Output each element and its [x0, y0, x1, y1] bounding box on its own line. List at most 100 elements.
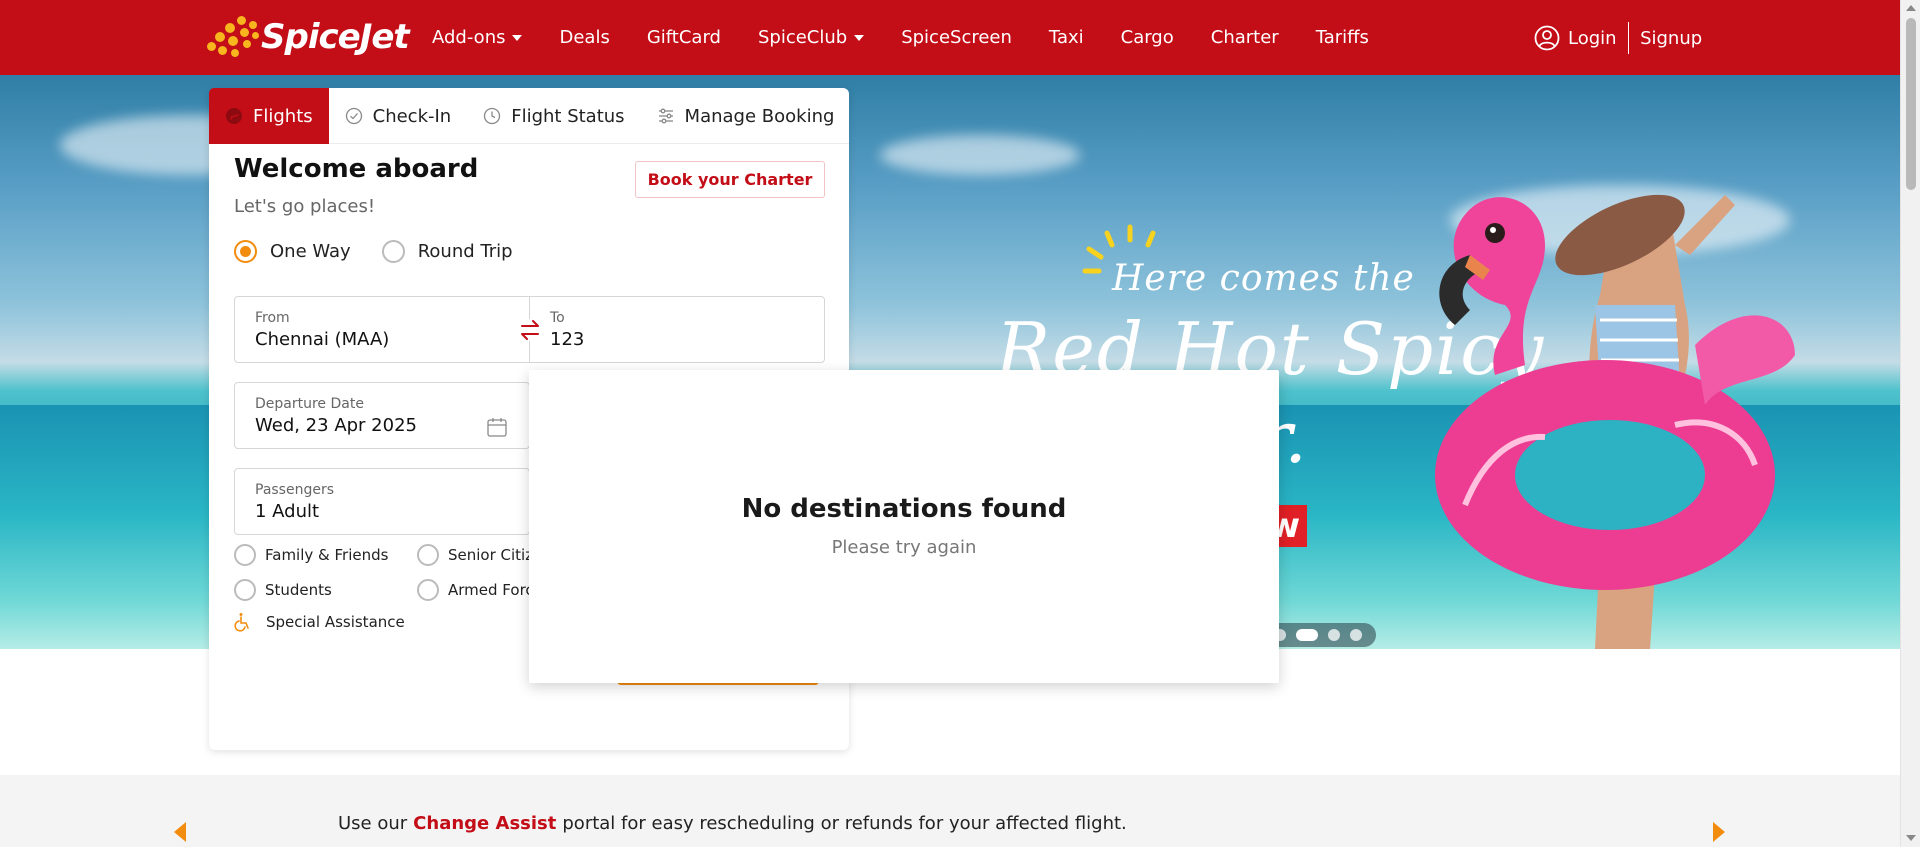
nav-label: Cargo [1120, 27, 1174, 48]
clock-icon [484, 107, 501, 125]
assist-label: Special Assistance [266, 613, 405, 631]
auth-links: Login Signup [1534, 22, 1702, 54]
radio-unchecked[interactable] [417, 544, 439, 566]
departure-value[interactable]: Wed, 23 Apr 2025 [255, 415, 417, 436]
scroll-up-icon[interactable] [1906, 5, 1916, 11]
special-assistance-link[interactable]: Special Assistance [234, 612, 405, 632]
destination-dropdown: No destinations found Please try again [529, 370, 1279, 683]
welcome-heading: Welcome aboard [234, 154, 479, 184]
nav-item-cargo[interactable]: Cargo [1121, 27, 1174, 48]
scroll-down-icon[interactable] [1906, 835, 1916, 841]
nav-label: SpiceClub [757, 27, 848, 48]
login-link[interactable]: Login [1568, 28, 1617, 49]
user-icon[interactable] [1534, 25, 1560, 51]
tab-flights[interactable]: Flights [209, 88, 329, 144]
caret-down-icon [854, 34, 865, 41]
welcome-subtitle: Let's go places! [234, 196, 376, 217]
round-trip-option[interactable]: Round Trip [381, 240, 513, 263]
nav-label: Add-ons [432, 27, 506, 48]
nav-item-spiceclub[interactable]: SpiceClub [757, 27, 865, 48]
fare-option-family-friends[interactable]: Family & Friends [234, 544, 388, 566]
hero-tagline: Here comes the [1112, 258, 1415, 299]
nav-label: Taxi [1048, 27, 1084, 48]
departure-label: Departure Date [255, 396, 364, 412]
to-label: To [550, 310, 565, 326]
radio-checked[interactable] [234, 240, 257, 263]
nav-item-tariffs[interactable]: Tariffs [1316, 27, 1369, 48]
sliders-icon [658, 108, 673, 124]
tab-flight-status[interactable]: Flight Status [467, 88, 640, 144]
radio-unchecked[interactable] [417, 579, 439, 601]
calendar-icon[interactable] [486, 416, 508, 438]
notice-message: Use our Change Assist portal for easy resc… [338, 813, 1127, 834]
from-value[interactable]: Chennai (MAA) [255, 329, 389, 350]
tab-label: Flight Status [511, 105, 625, 127]
departure-date-field[interactable]: Departure Date Wed, 23 Apr 2025 [234, 382, 530, 449]
fare-label: Students [265, 581, 332, 599]
signup-link[interactable]: Signup [1640, 28, 1702, 49]
to-field[interactable]: To 123 [529, 296, 825, 363]
logo-dots-icon [205, 12, 263, 62]
nav-item-deals[interactable]: Deals [559, 27, 609, 48]
cloud-shape [880, 135, 1080, 175]
passengers-label: Passengers [255, 482, 335, 498]
flamingo-float-image [1435, 194, 1795, 649]
passengers-field[interactable]: Passengers 1 Adult [234, 468, 530, 535]
trip-label: One Way [270, 241, 351, 262]
notice-banner: Use our Change Assist portal for easy resc… [0, 775, 1900, 847]
fare-label: Armed Forc [448, 581, 534, 599]
carousel-dot[interactable] [1350, 629, 1362, 641]
booking-tabs: Flights Check-In Flight Status Manage Bo… [209, 88, 849, 144]
tab-label: Manage Booking [684, 105, 835, 127]
arrow-right-icon[interactable] [1713, 822, 1725, 842]
carousel-dot-active[interactable] [1296, 629, 1318, 641]
plane-icon [226, 108, 242, 124]
passengers-value[interactable]: 1 Adult [255, 501, 319, 522]
auth-divider [1627, 22, 1630, 54]
one-way-option[interactable]: One Way [234, 240, 351, 263]
notice-prefix: Use our [338, 813, 408, 834]
fare-label: Senior Citiz [448, 546, 534, 564]
site-header: SpiceJet Add-ons Deals GiftCard SpiceClu… [0, 0, 1900, 75]
nav-label: Charter [1210, 27, 1279, 48]
check-circle-icon [345, 107, 362, 125]
tab-label: Check-In [372, 105, 452, 127]
spicejet-logo[interactable]: SpiceJet [205, 12, 410, 62]
radio-unchecked[interactable] [381, 240, 405, 263]
tab-label: Flights [253, 105, 313, 127]
to-input[interactable]: 123 [550, 329, 584, 350]
main-nav: Add-ons Deals GiftCard SpiceClub SpiceSc… [432, 0, 1406, 75]
nav-label: SpiceScreen [901, 27, 1012, 48]
no-results-subtitle: Please try again [831, 537, 977, 558]
nav-item-charter[interactable]: Charter [1211, 27, 1279, 48]
from-label: From [255, 310, 290, 326]
wheelchair-icon [234, 613, 249, 632]
book-charter-button[interactable]: Book your Charter [635, 161, 825, 198]
radio-unchecked[interactable] [234, 544, 256, 566]
nav-item-giftcard[interactable]: GiftCard [647, 27, 721, 48]
fare-option-students[interactable]: Students [234, 579, 332, 601]
nav-item-taxi[interactable]: Taxi [1049, 27, 1084, 48]
caret-down-icon [512, 34, 523, 41]
nav-item-spicescreen[interactable]: SpiceScreen [901, 27, 1012, 48]
carousel-dot[interactable] [1328, 629, 1340, 641]
change-assist-link[interactable]: Change Assist [413, 813, 556, 834]
scrollbar-thumb[interactable] [1906, 18, 1916, 190]
brand-name: SpiceJet [261, 17, 410, 57]
fare-label: Family & Friends [265, 546, 389, 564]
tab-check-in[interactable]: Check-In [329, 88, 468, 144]
nav-label: GiftCard [646, 27, 721, 48]
carousel-indicator [1268, 623, 1376, 647]
notice-suffix: portal for easy rescheduling or refunds … [562, 813, 1127, 834]
from-field[interactable]: From Chennai (MAA) [234, 296, 530, 363]
page-scrollbar[interactable] [1900, 0, 1920, 847]
trip-type-selector: One Way Round Trip [234, 240, 544, 263]
fare-option-senior-citizen[interactable]: Senior Citiz [417, 544, 533, 566]
nav-item-add-ons[interactable]: Add-ons [432, 27, 523, 48]
radio-unchecked[interactable] [234, 579, 256, 601]
tab-manage-booking[interactable]: Manage Booking [641, 88, 851, 144]
arrow-left-icon[interactable] [174, 822, 186, 842]
swap-arrows-icon[interactable] [517, 319, 543, 341]
nav-label: Deals [559, 27, 610, 48]
fare-option-armed-forces[interactable]: Armed Forc [417, 579, 534, 601]
